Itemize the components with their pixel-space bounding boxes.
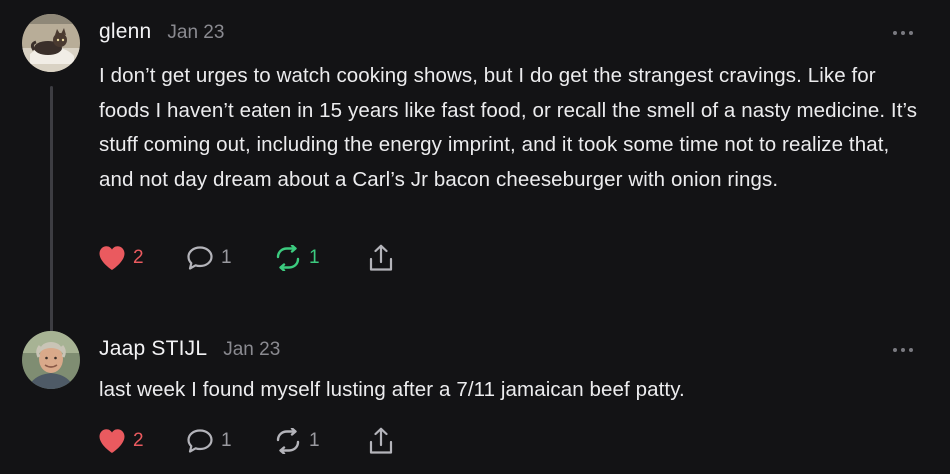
thread-line xyxy=(50,86,53,332)
comment-header: Jaap STIJL Jan 23 xyxy=(99,337,280,365)
restack-button[interactable]: 1 xyxy=(274,245,368,271)
cat-photo-avatar xyxy=(22,14,80,72)
share-button[interactable] xyxy=(368,427,398,455)
heart-icon xyxy=(99,246,125,270)
share-icon xyxy=(369,244,393,271)
restack-icon xyxy=(276,428,300,454)
restack-count: 1 xyxy=(309,247,320,268)
reply-count: 1 xyxy=(221,430,232,451)
like-count: 2 xyxy=(133,430,144,451)
comment-date[interactable]: Jan 23 xyxy=(223,339,280,361)
like-button[interactable]: 2 xyxy=(98,245,186,271)
heart-icon xyxy=(99,429,125,453)
comment-actions: 2 1 1 xyxy=(98,427,398,455)
comment-thread: glenn Jan 23 I don’t get urges to watch … xyxy=(0,0,950,474)
like-count: 2 xyxy=(133,247,144,268)
share-icon xyxy=(369,427,393,454)
more-options-icon[interactable] xyxy=(891,346,915,354)
comment-bubble-icon xyxy=(187,429,213,453)
like-button[interactable]: 2 xyxy=(98,428,186,454)
restack-icon xyxy=(276,245,300,271)
more-options-icon[interactable] xyxy=(891,29,915,37)
restack-count: 1 xyxy=(309,430,320,451)
share-button[interactable] xyxy=(368,244,398,272)
comment-bubble-icon xyxy=(187,246,213,270)
author-name[interactable]: Jaap STIJL xyxy=(99,337,207,361)
author-name[interactable]: glenn xyxy=(99,20,151,44)
avatar[interactable] xyxy=(22,14,80,72)
comment-date[interactable]: Jan 23 xyxy=(167,22,224,44)
comment-actions: 2 1 1 xyxy=(98,244,398,272)
avatar[interactable] xyxy=(22,331,80,389)
comment-header: glenn Jan 23 xyxy=(99,20,224,48)
comment-body: last week I found myself lusting after a… xyxy=(99,378,685,401)
person-photo-avatar xyxy=(22,331,80,389)
reply-count: 1 xyxy=(221,247,232,268)
reply-button[interactable]: 1 xyxy=(186,245,274,271)
comment-body: I don’t get urges to watch cooking shows… xyxy=(99,64,918,191)
restack-button[interactable]: 1 xyxy=(274,428,368,454)
reply-button[interactable]: 1 xyxy=(186,428,274,454)
